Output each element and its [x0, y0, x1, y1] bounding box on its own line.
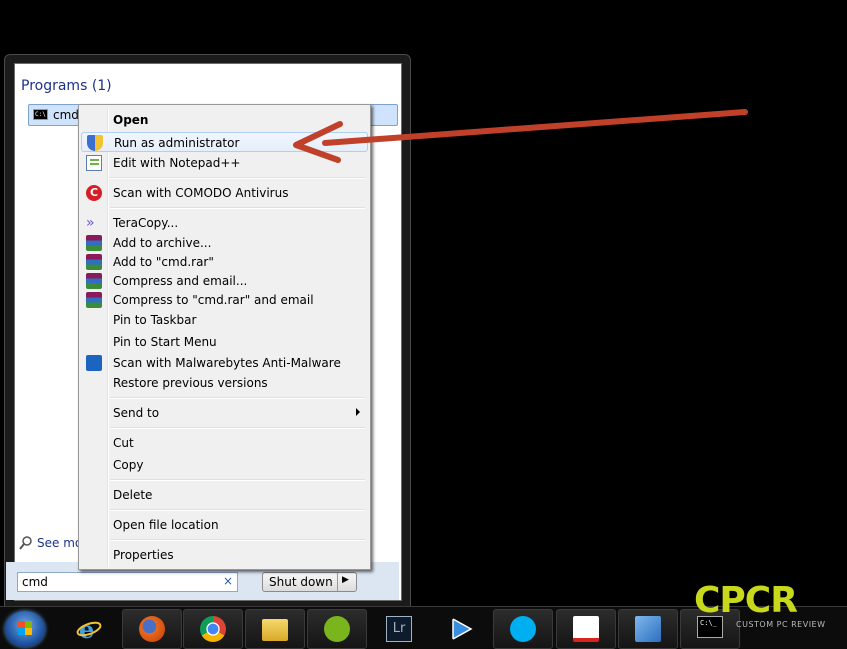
taskbar-lightroom[interactable]: Lr: [369, 609, 429, 649]
taskbar-firefox[interactable]: [122, 609, 182, 649]
taskbar-spotify[interactable]: [307, 609, 367, 649]
svg-text:e: e: [79, 616, 94, 642]
chrome-icon: [200, 616, 226, 642]
spotify-icon: [324, 616, 350, 642]
control-panel-icon: [635, 616, 661, 642]
taskbar-file-explorer[interactable]: [245, 609, 305, 649]
taskbar-internet-explorer[interactable]: e: [59, 609, 119, 649]
taskbar-adobe-reader[interactable]: [556, 609, 616, 649]
cpcr-logo: CPCR: [694, 580, 798, 621]
lightroom-icon: Lr: [386, 616, 412, 642]
taskbar-control-panel[interactable]: [618, 609, 678, 649]
annotation-arrow: [293, 109, 748, 163]
taskbar-skype[interactable]: [493, 609, 553, 649]
cpcr-tagline: CUSTOM PC REVIEW: [736, 620, 826, 629]
firefox-icon: [139, 616, 165, 642]
skype-icon: [510, 616, 536, 642]
taskbar-media-player[interactable]: [431, 609, 491, 649]
folder-icon: [262, 619, 288, 641]
start-button[interactable]: [5, 611, 45, 647]
adobe-reader-icon: [573, 616, 599, 642]
media-player-icon: [452, 617, 473, 641]
internet-explorer-icon: e: [76, 616, 102, 642]
taskbar-chrome[interactable]: [183, 609, 243, 649]
windows-logo-icon: [18, 621, 32, 635]
